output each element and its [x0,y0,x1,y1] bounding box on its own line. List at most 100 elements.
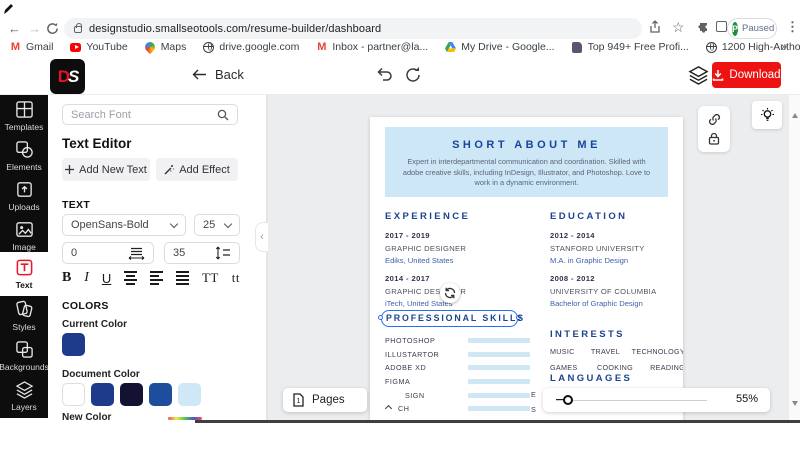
plus-icon [65,165,74,174]
sidebar-item-elements[interactable]: Elements [0,140,48,172]
sidebar-item-uploads[interactable]: Uploads [0,180,48,212]
canvas-scrollbar[interactable] [788,95,800,420]
align-left-button[interactable] [150,271,163,285]
scroll-down-icon[interactable] [792,401,798,406]
zoom-slider-track[interactable] [556,400,707,401]
text-format-row: B I U TT tt [62,270,240,286]
sidebar-item-image[interactable]: Image [0,220,48,252]
bookmark-item[interactable]: MInbox - partner@la... [316,41,428,53]
interests-section[interactable]: INTERESTS MUSIC TRAVEL TECHNOLOGY GAMES … [550,329,683,372]
tips-button[interactable] [752,101,782,129]
languages-section[interactable]: LANGUAGES [550,373,683,384]
pages-button[interactable]: 1 Pages [283,388,367,412]
education-section[interactable]: EDUCATION 2012 - 2014 STANFORD UNIVERSIT… [550,211,683,308]
backgrounds-icon [15,340,34,359]
document-color-swatch[interactable] [91,383,114,406]
chevron-up-icon [385,405,392,412]
font-search-input[interactable] [71,109,217,121]
https-lock-icon [74,26,82,33]
redo-refresh-icon[interactable] [404,66,422,84]
document-color-swatch[interactable] [120,383,143,406]
bookmark-item[interactable]: drive.google.com [203,41,299,53]
chrome-menu-icon[interactable]: ⋮ [786,19,799,35]
back-button[interactable]: Back [192,67,244,82]
interests-heading: INTERESTS [550,329,683,340]
lock-icon[interactable] [708,132,720,145]
stamp-icon [572,42,583,53]
app-logo[interactable]: DS [50,59,85,94]
url-text[interactable]: designstudio.smallseotools.com/resume-bu… [89,23,381,35]
bookmark-star-icon[interactable]: ☆ [672,19,685,36]
about-section[interactable]: SHORT ABOUT ME Expert in interdepartment… [385,127,668,197]
browser-forward-icon[interactable]: → [28,21,41,36]
add-effect-label: Add Effect [179,164,230,176]
download-button[interactable]: Download [712,62,781,88]
download-icon [712,69,724,81]
sidebar-item-layers[interactable]: Layers [0,380,48,412]
horizontal-scrollbar-thumb[interactable] [195,420,800,423]
profile-paused-badge[interactable]: P Paused [727,18,777,39]
selection-handle-left[interactable] [378,315,383,320]
experience-entry: 2017 - 2019 GRAPHIC DESIGNER Ediks, Unit… [385,231,545,265]
add-new-text-button[interactable]: Add New Text [62,158,150,181]
document-color-label: Document Color [62,369,140,380]
align-center-button[interactable] [124,271,137,285]
link-icon[interactable] [708,113,721,126]
layers-icon[interactable] [688,64,709,85]
document-color-swatch[interactable] [178,383,201,406]
sidebar-item-backgrounds[interactable]: Backgrounds [0,340,48,372]
italic-button[interactable]: I [84,270,89,286]
browser-reload-icon[interactable] [46,22,59,35]
bookmark-item[interactable]: MGmail [10,41,53,53]
skills-rows: PHOTOSHOP ILLUSTARTOR ADOBE XD FIGMA SIG… [385,334,530,420]
bookmark-item[interactable]: My Drive - Google... [445,41,554,53]
bookmarks-overflow-icon[interactable]: » [781,41,787,53]
tab-group-icon[interactable] [716,21,727,32]
document-color-swatch[interactable] [149,383,172,406]
zoom-slider-knob[interactable] [563,395,573,405]
rotate-handle[interactable] [440,283,460,303]
scroll-up-icon[interactable] [792,113,798,118]
sidebar-item-templates[interactable]: Templates [0,100,48,132]
skill-row: ADOBE XD [385,361,530,375]
font-search-box[interactable] [62,104,238,125]
sidebar-item-styles[interactable]: Styles [0,300,48,332]
skills-heading[interactable]: PROFESSIONAL SKILLS [386,313,531,323]
share-icon[interactable] [648,20,662,34]
uppercase-button[interactable]: TT [202,270,219,286]
language-item-clipped: S [531,405,539,414]
font-family-select[interactable]: OpenSans-Bold [62,214,186,236]
current-color-label: Current Color [62,319,127,330]
document-color-swatch[interactable] [62,383,85,406]
font-size-select[interactable]: 25 [194,214,240,236]
bookmark-item[interactable]: Maps [145,41,187,53]
extensions-puzzle-icon[interactable] [697,20,711,34]
undo-icon[interactable] [375,66,393,84]
bookmark-item[interactable]: Top 949+ Free Profi... [572,41,689,53]
sidebar-item-text[interactable]: Text [0,252,48,296]
lightbulb-icon [760,107,775,123]
current-color-swatch[interactable] [62,333,85,356]
align-justify-button[interactable] [176,271,189,285]
underline-button[interactable]: U [102,271,111,286]
line-height-input[interactable]: 35 [164,242,240,264]
browser-back-icon[interactable]: ← [8,21,21,36]
skill-bar [468,379,530,384]
letter-spacing-input[interactable]: 0 [62,242,154,264]
experience-section[interactable]: EXPERIENCE 2017 - 2019 GRAPHIC DESIGNER … [385,211,545,308]
add-effect-button[interactable]: Add Effect [156,158,238,181]
bookmark-item[interactable]: YouTube [70,41,127,53]
design-canvas[interactable]: SHORT ABOUT ME Expert in interdepartment… [268,95,788,420]
skill-bar [468,406,530,411]
resume-page[interactable]: SHORT ABOUT ME Expert in interdepartment… [370,117,683,420]
address-bar[interactable]: designstudio.smallseotools.com/resume-bu… [64,18,642,39]
font-family-value: OpenSans-Bold [71,219,171,231]
search-icon [217,109,229,121]
skills-section[interactable]: PROFESSIONAL SKILLS PHOTOSHOP ILLUSTARTO… [385,313,530,420]
colors-section-label: COLORS [62,300,109,312]
maps-icon [145,42,156,53]
lowercase-button[interactable]: tt [232,270,240,286]
panel-collapse-button[interactable]: ‹ [255,222,268,252]
zoom-percentage: 55% [736,393,758,405]
bold-button[interactable]: B [62,270,71,286]
